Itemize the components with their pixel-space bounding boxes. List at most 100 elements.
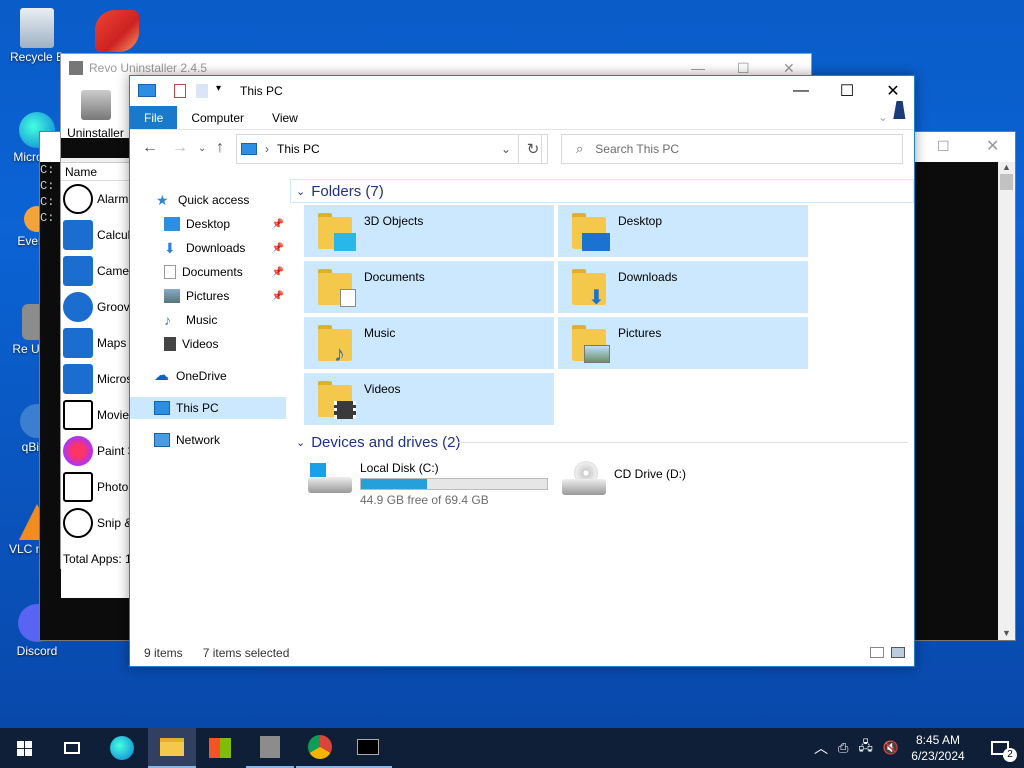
- recent-locations-button[interactable]: ⌄: [198, 143, 206, 154]
- cloud-icon: ☁: [154, 367, 169, 384]
- folder-downloads[interactable]: ⬇ Downloads: [558, 261, 808, 313]
- console-close-button[interactable]: ✕: [986, 136, 999, 156]
- taskbar-revo[interactable]: [246, 728, 294, 768]
- music-icon: ♪: [164, 312, 171, 328]
- cube-icon: [334, 233, 356, 251]
- folder-icon: [160, 738, 184, 756]
- explorer-window[interactable]: ▾ This PC — ☐ ✕ File Computer View ⌄ ← →…: [129, 75, 915, 667]
- close-button[interactable]: ✕: [870, 76, 916, 106]
- list-item[interactable]: Camer: [61, 253, 131, 289]
- address-bar[interactable]: › This PC ⌄: [236, 134, 542, 164]
- calculator-icon: [63, 220, 93, 250]
- console-scrollbar[interactable]: ▲ ▼: [998, 162, 1015, 640]
- nav-music[interactable]: ♪ Music: [164, 309, 217, 331]
- nav-pictures[interactable]: Pictures 📌: [164, 285, 286, 307]
- forward-button[interactable]: →: [172, 139, 188, 157]
- action-center-button[interactable]: 2: [976, 728, 1024, 768]
- task-view-button[interactable]: [48, 728, 96, 768]
- scroll-down-icon[interactable]: ▼: [998, 628, 1015, 638]
- list-item[interactable]: Groov: [61, 289, 131, 325]
- volume-muted-icon[interactable]: 🔇: [883, 740, 899, 756]
- maximize-button[interactable]: ☐: [824, 76, 870, 106]
- taskbar-edge[interactable]: [98, 728, 146, 768]
- revo-minimize-button[interactable]: —: [691, 60, 705, 76]
- revo-icon: [260, 736, 280, 758]
- scroll-up-icon[interactable]: ▲: [998, 162, 1015, 172]
- nav-network[interactable]: Network: [154, 429, 220, 451]
- document-icon: [164, 265, 176, 279]
- console-maximize-button[interactable]: ☐: [937, 138, 950, 155]
- drive-local-disk-c[interactable]: Local Disk (C:) 44.9 GB free of 69.4 GB: [308, 461, 548, 511]
- tab-computer[interactable]: Computer: [177, 106, 258, 129]
- expand-ribbon-icon[interactable]: ⌄: [878, 110, 888, 124]
- list-item[interactable]: Alarm: [61, 181, 131, 217]
- refresh-button[interactable]: ↻: [518, 134, 548, 164]
- camera-icon: [63, 256, 93, 286]
- minimize-button[interactable]: —: [778, 76, 824, 106]
- monitor-icon: [582, 233, 610, 251]
- folder-pictures[interactable]: Pictures: [558, 317, 808, 369]
- windows-logo-icon: [16, 740, 32, 756]
- list-item[interactable]: Paint 3: [61, 433, 131, 469]
- folder-documents[interactable]: Documents: [304, 261, 554, 313]
- folder-videos[interactable]: Videos: [304, 373, 554, 425]
- folder-icon: [572, 211, 612, 251]
- folders-group-header[interactable]: ⌄ Folders (7): [296, 179, 384, 203]
- list-item[interactable]: Photo: [61, 469, 131, 505]
- search-box[interactable]: ⌕ Search This PC: [561, 134, 903, 164]
- nav-onedrive[interactable]: ☁ OneDrive: [154, 365, 227, 387]
- revo-list-header[interactable]: Name: [61, 163, 131, 181]
- nav-downloads[interactable]: ⬇ Downloads 📌: [164, 237, 286, 259]
- nav-documents[interactable]: Documents 📌: [164, 261, 286, 283]
- revo-app-list[interactable]: Name Alarm Calcul Camer Groov Maps Micro…: [61, 162, 131, 598]
- scroll-thumb[interactable]: [1000, 174, 1013, 190]
- star-icon: ★: [156, 192, 169, 208]
- details-view-icon[interactable]: [870, 647, 884, 658]
- folder-desktop[interactable]: Desktop: [558, 205, 808, 257]
- taskbar-chrome[interactable]: [296, 728, 344, 768]
- start-button[interactable]: [0, 728, 48, 768]
- recycle-bin-icon: [20, 8, 54, 48]
- drive-cd-d[interactable]: CD Drive (D:): [562, 461, 686, 511]
- taskbar-store[interactable]: [196, 728, 244, 768]
- customize-quick-access-icon[interactable]: ▾: [216, 83, 221, 94]
- list-item[interactable]: Movie: [61, 397, 131, 433]
- uninstaller-icon: [80, 90, 111, 120]
- properties-icon[interactable]: [174, 84, 186, 98]
- music-note-icon: ♪: [334, 341, 345, 366]
- ccleaner-icon[interactable]: [95, 10, 139, 52]
- drive-usage-bar: [360, 478, 548, 490]
- new-folder-icon[interactable]: [196, 84, 208, 98]
- nav-this-pc[interactable]: This PC: [130, 397, 286, 419]
- taskbar-terminal[interactable]: [344, 728, 392, 768]
- tab-view[interactable]: View: [258, 106, 312, 129]
- paint3d-icon: [63, 436, 93, 466]
- nav-quick-access[interactable]: ★ Quick access: [156, 189, 249, 211]
- list-item[interactable]: Maps: [61, 325, 131, 361]
- large-icons-view-icon[interactable]: [891, 647, 905, 658]
- folder-icon: [318, 267, 358, 307]
- window-title: This PC: [240, 84, 283, 98]
- meet-now-icon[interactable]: ⎙: [838, 740, 848, 756]
- explorer-titlebar[interactable]: ▾ This PC — ☐ ✕: [130, 76, 914, 106]
- list-item[interactable]: Snip &: [61, 505, 131, 541]
- clock[interactable]: 8:45 AM 6/23/2024: [908, 728, 968, 768]
- folder-music[interactable]: ♪ Music: [304, 317, 554, 369]
- up-button[interactable]: ↑: [216, 139, 224, 157]
- nav-desktop[interactable]: Desktop 📌: [164, 213, 286, 235]
- chevron-up-icon[interactable]: ︿: [814, 738, 828, 758]
- back-button[interactable]: ←: [142, 139, 158, 157]
- drive-free-space: 44.9 GB free of 69.4 GB: [360, 493, 489, 507]
- address-dropdown-icon[interactable]: ⌄: [501, 142, 511, 156]
- nav-videos[interactable]: Videos: [164, 333, 218, 355]
- download-icon: ⬇: [164, 240, 176, 256]
- list-item[interactable]: Micros: [61, 361, 131, 397]
- content-pane: ⌄ Folders (7) 3D Objects Desktop Documen…: [290, 177, 914, 647]
- taskbar-file-explorer[interactable]: [148, 728, 196, 768]
- drives-group-header[interactable]: ⌄ Devices and drives (2): [296, 430, 460, 454]
- cd-drive-icon: [562, 461, 608, 499]
- network-icon[interactable]: 🖧: [858, 737, 873, 759]
- folder-3d-objects[interactable]: 3D Objects: [304, 205, 554, 257]
- tab-file[interactable]: File: [130, 106, 178, 129]
- list-item[interactable]: Calcul: [61, 217, 131, 253]
